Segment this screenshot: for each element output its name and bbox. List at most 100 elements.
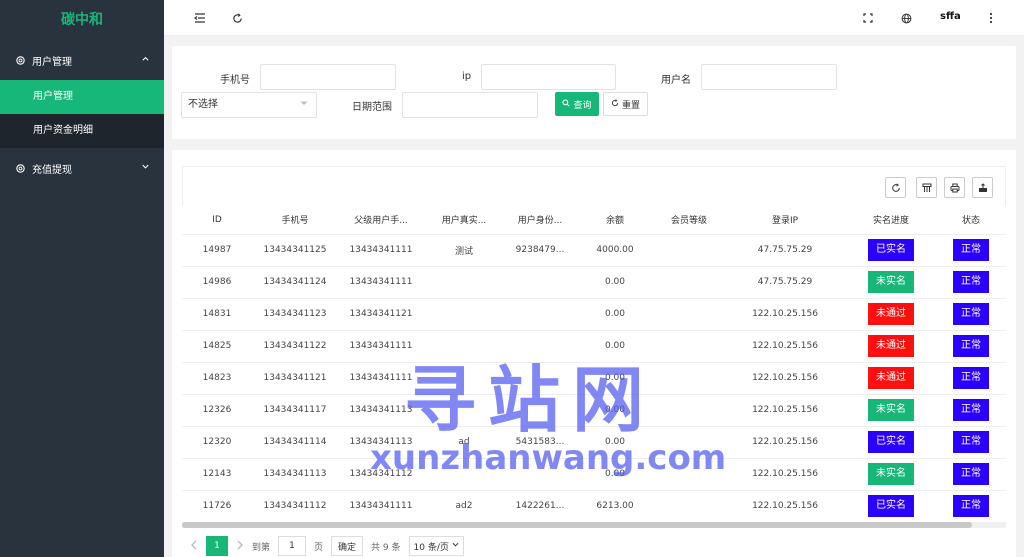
verify-badge[interactable]: 未实名: [868, 463, 914, 485]
verify-badge[interactable]: 已实名: [868, 431, 914, 453]
status-badge[interactable]: 正常: [953, 239, 989, 261]
prev-page-icon[interactable]: [190, 540, 198, 553]
cell-phone: 13434341123: [252, 298, 338, 331]
cell-idcard: [504, 330, 576, 363]
username[interactable]: sffa: [940, 11, 961, 22]
nav-group-label: 充值提现: [32, 164, 72, 176]
fullscreen-icon[interactable]: [860, 10, 876, 26]
cell-verify: 未通过: [846, 298, 936, 331]
verify-badge[interactable]: 未通过: [868, 303, 914, 325]
horizontal-scrollbar[interactable]: [182, 522, 1006, 528]
scrollbar-thumb[interactable]: [182, 522, 972, 528]
cell-balance: 0.00: [576, 362, 654, 395]
cell-verify: 未实名: [846, 266, 936, 299]
refresh-icon[interactable]: [229, 10, 245, 26]
status-badge[interactable]: 正常: [953, 463, 989, 485]
verify-badge[interactable]: 未实名: [868, 271, 914, 293]
status-badge[interactable]: 正常: [953, 495, 989, 517]
ip-input[interactable]: [481, 64, 616, 90]
cell-phone: 13434341112: [252, 490, 338, 523]
cell-verify: 未实名: [846, 394, 936, 427]
cell-ip: 122.10.25.156: [724, 298, 846, 331]
column-header: 会员等级: [654, 206, 724, 235]
date-range-input[interactable]: [402, 92, 538, 118]
globe-icon[interactable]: [898, 10, 914, 26]
page-current[interactable]: 1: [206, 536, 228, 556]
reset-button[interactable]: 重置: [603, 92, 648, 116]
status-badge[interactable]: 正常: [953, 399, 989, 421]
print-icon[interactable]: [944, 177, 965, 198]
status-badge[interactable]: 正常: [953, 335, 989, 357]
status-badge[interactable]: 正常: [953, 271, 989, 293]
settings-icon: [14, 162, 26, 174]
cell-balance: 0.00: [576, 330, 654, 363]
goto-confirm-button[interactable]: 确定: [331, 536, 364, 556]
cell-phone: 13434341125: [252, 234, 338, 267]
verify-badge[interactable]: 已实名: [868, 495, 914, 517]
table-card: ID 手机号 父级用户手... 用户真实... 用户身份... 余额 会员等级 …: [172, 150, 1016, 557]
goto-label: 到第: [252, 542, 271, 553]
app-logo: 碳中和: [61, 12, 103, 28]
cell-idcard: [504, 394, 576, 427]
cell-level: [654, 330, 724, 363]
table-row[interactable]: 12326 13434341117 13434341113 0.00 122.10.25…: [182, 394, 1006, 427]
cell-parent: 13434341111: [338, 234, 424, 267]
status-select[interactable]: 不选择: [181, 92, 317, 118]
status-badge[interactable]: 正常: [953, 303, 989, 325]
page-size-value: 10 条/页: [413, 542, 449, 553]
cell-status: 正常: [936, 266, 1006, 299]
more-vertical-icon[interactable]: [983, 10, 999, 26]
user-table: ID 手机号 父级用户手... 用户真实... 用户身份... 余额 会员等级 …: [182, 206, 1006, 523]
username-label: 用户名: [661, 75, 691, 86]
cell-verify: 未通过: [846, 330, 936, 363]
cell-level: [654, 426, 724, 459]
cell-level: [654, 298, 724, 331]
table-row[interactable]: 14986 13434341124 13434341111 0.00 47.75.75.…: [182, 266, 1006, 299]
nav-item-user-management[interactable]: 用户管理: [0, 80, 164, 114]
chevron-down-icon: [452, 541, 459, 551]
cell-realname: ad2: [424, 490, 504, 523]
status-badge[interactable]: 正常: [953, 367, 989, 389]
nav-group-user-management[interactable]: 用户管理: [0, 40, 164, 80]
cell-realname: ad: [424, 426, 504, 459]
table-row[interactable]: 12143 13434341113 13434341112 0.00 122.10.25…: [182, 458, 1006, 491]
cell-phone: 13434341124: [252, 266, 338, 299]
verify-badge[interactable]: 未实名: [868, 399, 914, 421]
column-header: ID: [182, 206, 252, 235]
nav-group-recharge-withdraw[interactable]: 充值提现: [0, 148, 164, 188]
cell-phone: 13434341113: [252, 458, 338, 491]
table-row[interactable]: 14987 13434341125 13434341111 测试 9238479... 4…: [182, 234, 1006, 267]
chevron-down-icon: [141, 162, 150, 174]
phone-input[interactable]: [260, 64, 396, 90]
table-row[interactable]: 14823 13434341121 13434341111 0.00 122.10.25…: [182, 362, 1006, 395]
menu-collapse-icon[interactable]: [192, 10, 208, 26]
columns-filter-icon[interactable]: [916, 177, 937, 198]
export-icon[interactable]: [972, 177, 993, 198]
goto-page-input[interactable]: 1: [278, 536, 307, 556]
cell-id: 14825: [182, 330, 252, 363]
nav-item-user-funds[interactable]: 用户资金明细: [0, 114, 164, 148]
verify-badge[interactable]: 未通过: [868, 367, 914, 389]
verify-badge[interactable]: 已实名: [868, 239, 914, 261]
table-row[interactable]: 12320 13434341114 13434341113 ad 5431583... 0…: [182, 426, 1006, 459]
refresh-icon[interactable]: [885, 177, 906, 198]
query-button[interactable]: 查询: [555, 92, 599, 116]
cell-level: [654, 490, 724, 523]
total-count: 共 9 条: [371, 542, 401, 553]
table-row[interactable]: 14831 13434341123 13434341121 0.00 122.10.25…: [182, 298, 1006, 331]
table-row[interactable]: 14825 13434341122 13434341111 0.00 122.10.25…: [182, 330, 1006, 363]
next-page-icon[interactable]: [236, 540, 244, 553]
cell-balance: 0.00: [576, 458, 654, 491]
table-row[interactable]: 11726 13434341112 13434341111 ad2 1422261...…: [182, 490, 1006, 523]
page-size-select[interactable]: 10 条/页: [408, 536, 464, 556]
cell-id: 12326: [182, 394, 252, 427]
username-input[interactable]: [701, 64, 837, 90]
verify-badge[interactable]: 未通过: [868, 335, 914, 357]
cell-ip: 122.10.25.156: [724, 490, 846, 523]
cell-status: 正常: [936, 330, 1006, 363]
status-badge[interactable]: 正常: [953, 431, 989, 453]
top-bar: sffa: [164, 0, 1024, 36]
cell-status: 正常: [936, 490, 1006, 523]
cell-id: 14986: [182, 266, 252, 299]
cell-ip: 122.10.25.156: [724, 426, 846, 459]
